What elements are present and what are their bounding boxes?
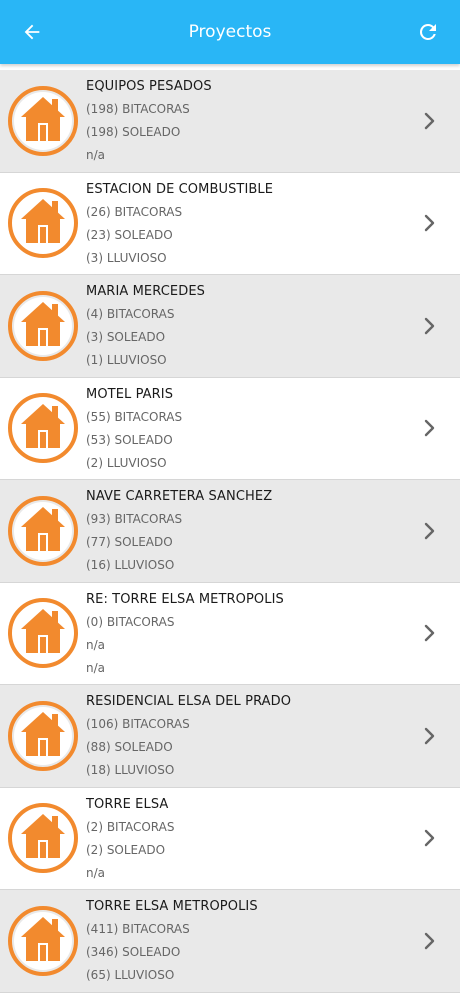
project-text: RESIDENCIAL ELSA DEL PRADO (106) BITACOR… <box>86 685 400 787</box>
project-avatar <box>0 788 86 890</box>
chevron-right-icon <box>424 625 435 642</box>
project-list: EQUIPOS PESADOS (198) BITACORAS (198) SO… <box>0 70 460 993</box>
project-weather-1: (53) SOLEADO <box>86 432 173 447</box>
project-bitacoras: (0) BITACORAS <box>86 614 175 629</box>
project-bitacoras: (4) BITACORAS <box>86 307 175 321</box>
project-weather-2: n/a <box>86 660 106 675</box>
project-text: TORRE ELSA METROPOLIS (411) BITACORAS (3… <box>86 890 400 992</box>
house-icon <box>8 905 78 976</box>
project-row[interactable]: MOTEL PARIS (55) BITACORAS (53) SOLEADO … <box>0 377 460 480</box>
project-weather-1: (88) SOLEADO <box>86 740 173 754</box>
top-app-bar: Proyectos <box>0 0 460 64</box>
project-text: NAVE CARRETERA SANCHEZ (93) BITACORAS (7… <box>86 480 400 582</box>
house-icon <box>8 803 78 874</box>
house-icon <box>8 700 78 771</box>
project-row[interactable]: RE: TORRE ELSA METROPOLIS (0) BITACORAS … <box>0 582 460 685</box>
project-bitacoras: (198) BITACORAS <box>86 102 190 116</box>
project-name: NAVE CARRETERA SANCHEZ <box>86 489 273 504</box>
project-avatar <box>0 70 86 172</box>
project-text: RE: TORRE ELSA METROPOLIS (0) BITACORAS … <box>86 583 400 685</box>
project-weather-2: n/a <box>86 865 106 880</box>
project-avatar <box>0 480 86 582</box>
project-bitacoras: (106) BITACORAS <box>86 717 190 731</box>
project-weather-1: (198) SOLEADO <box>86 125 181 139</box>
project-name: RE: TORRE ELSA METROPOLIS <box>86 591 284 607</box>
project-bitacoras: (26) BITACORAS <box>86 204 183 219</box>
refresh-icon <box>419 23 436 40</box>
project-text: MOTEL PARIS (55) BITACORAS (53) SOLEADO … <box>86 378 400 480</box>
project-text: TORRE ELSA (2) BITACORAS (2) SOLEADO n/a <box>86 788 400 890</box>
house-icon <box>8 290 78 361</box>
refresh-button[interactable] <box>396 0 460 64</box>
row-chevron[interactable] <box>400 70 460 172</box>
project-weather-1: (346) SOLEADO <box>86 945 181 959</box>
project-name: MOTEL PARIS <box>86 386 174 402</box>
project-weather-1: (77) SOLEADO <box>86 535 173 549</box>
project-avatar <box>0 890 86 992</box>
row-chevron[interactable] <box>400 378 460 480</box>
project-text: MARIA MERCEDES (4) BITACORAS (3) SOLEADO… <box>86 275 400 377</box>
project-text: EQUIPOS PESADOS (198) BITACORAS (198) SO… <box>86 70 400 172</box>
row-chevron[interactable] <box>400 788 460 890</box>
project-weather-1: n/a <box>86 637 106 652</box>
project-weather-2: (65) LLUVIOSO <box>86 968 175 982</box>
row-chevron[interactable] <box>400 480 460 582</box>
project-weather-2: (16) LLUVIOSO <box>86 558 175 572</box>
project-name: EQUIPOS PESADOS <box>86 79 212 94</box>
project-row[interactable]: TORRE ELSA METROPOLIS (411) BITACORAS (3… <box>0 890 460 993</box>
project-weather-1: (3) SOLEADO <box>86 330 166 344</box>
project-row[interactable]: TORRE ELSA (2) BITACORAS (2) SOLEADO n/a <box>0 787 460 890</box>
project-name: RESIDENCIAL ELSA DEL PRADO <box>86 694 292 709</box>
back-button[interactable] <box>0 0 64 64</box>
chevron-right-icon <box>424 522 435 539</box>
house-icon <box>8 598 78 669</box>
house-icon <box>8 85 78 156</box>
house-icon <box>8 188 78 259</box>
project-weather-2: (1) LLUVIOSO <box>86 353 167 367</box>
project-weather-2: (3) LLUVIOSO <box>86 250 167 265</box>
chevron-right-icon <box>424 112 435 129</box>
project-bitacoras: (55) BITACORAS <box>86 409 183 424</box>
project-weather-1: (2) SOLEADO <box>86 842 166 857</box>
project-row[interactable]: MARIA MERCEDES (4) BITACORAS (3) SOLEADO… <box>0 275 460 378</box>
chevron-right-icon <box>424 215 435 232</box>
project-weather-2: n/a <box>86 148 106 162</box>
chevron-right-icon <box>424 830 435 847</box>
chevron-right-icon <box>424 317 435 334</box>
row-chevron[interactable] <box>400 685 460 787</box>
chevron-right-icon <box>424 727 435 744</box>
project-name: TORRE ELSA METROPOLIS <box>86 899 258 914</box>
project-weather-2: (18) LLUVIOSO <box>86 763 175 777</box>
project-bitacoras: (93) BITACORAS <box>86 512 183 526</box>
project-avatar <box>0 378 86 480</box>
house-icon <box>8 495 78 566</box>
project-avatar <box>0 173 86 275</box>
row-chevron[interactable] <box>400 583 460 685</box>
chevron-right-icon <box>424 932 435 949</box>
row-chevron[interactable] <box>400 173 460 275</box>
project-name: MARIA MERCEDES <box>86 284 205 299</box>
chevron-right-icon <box>424 420 435 437</box>
row-chevron[interactable] <box>400 890 460 992</box>
project-weather-1: (23) SOLEADO <box>86 227 173 242</box>
row-chevron[interactable] <box>400 275 460 377</box>
project-row[interactable]: RESIDENCIAL ELSA DEL PRADO (106) BITACOR… <box>0 685 460 788</box>
project-avatar <box>0 275 86 377</box>
project-row[interactable]: NAVE CARRETERA SANCHEZ (93) BITACORAS (7… <box>0 480 460 583</box>
project-avatar <box>0 685 86 787</box>
project-row[interactable]: EQUIPOS PESADOS (198) BITACORAS (198) SO… <box>0 70 460 173</box>
project-weather-2: (2) LLUVIOSO <box>86 455 167 470</box>
project-bitacoras: (2) BITACORAS <box>86 819 175 834</box>
project-text: ESTACION DE COMBUSTIBLE (26) BITACORAS (… <box>86 173 400 275</box>
project-name: ESTACION DE COMBUSTIBLE <box>86 181 274 197</box>
arrow-left-icon <box>24 24 40 40</box>
project-name: TORRE ELSA <box>86 796 169 812</box>
house-icon <box>8 393 78 464</box>
page-title: Proyectos <box>188 22 272 42</box>
project-row[interactable]: ESTACION DE COMBUSTIBLE (26) BITACORAS (… <box>0 172 460 275</box>
project-bitacoras: (411) BITACORAS <box>86 922 190 936</box>
project-avatar <box>0 583 86 685</box>
